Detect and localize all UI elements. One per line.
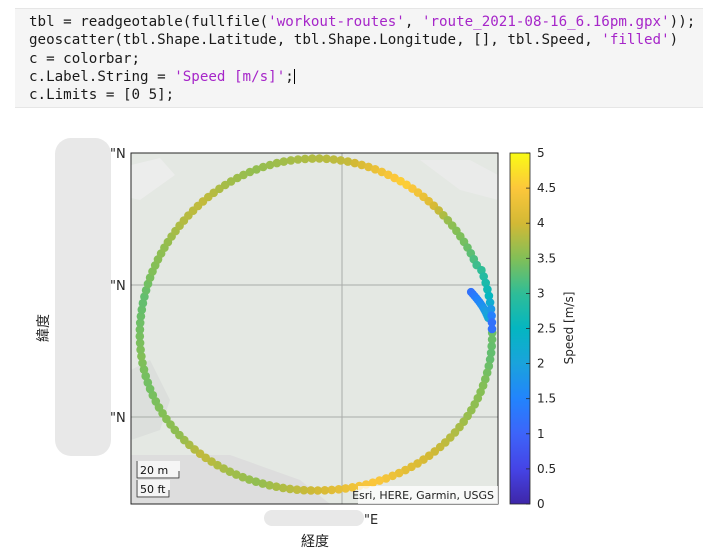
colorbar-label: Speed [m/s] <box>562 292 576 365</box>
lat-tick-label-3: "N <box>110 411 126 426</box>
colorbar-tick-label: 3 <box>537 286 545 300</box>
colorbar-ticks: 0 0.5 1 1.5 2 2.5 3 3.5 4 4.5 5 <box>526 146 556 511</box>
route-point <box>487 324 497 334</box>
colorbar-tick-label: 4.5 <box>537 181 556 195</box>
attribution[interactable]: Esri, HERE, Garmin, USGS <box>352 489 494 502</box>
scale-bar-imperial: 50 ft <box>140 483 166 496</box>
colorbar-tick-label: 4 <box>537 216 545 230</box>
redacted-lat-labels <box>55 138 111 456</box>
colorbar-tick-label: 3.5 <box>537 251 556 265</box>
colorbar-tick-label: 2.5 <box>537 322 556 336</box>
colorbar-tick-label: 2 <box>537 357 545 371</box>
colorbar-tick-label: 0.5 <box>537 462 556 476</box>
colorbar-tick-label: 0 <box>537 497 545 511</box>
geoscatter-figure: 20 m 50 ft Esri, HERE, Garmin, USGS "N "… <box>36 138 576 550</box>
y-axis-label: 緯度 <box>36 314 52 342</box>
lon-tick-label: "E <box>364 513 378 528</box>
colorbar-tick-label: 5 <box>537 146 545 160</box>
colorbar-tick-label: 1 <box>537 427 545 441</box>
lat-tick-label-2: "N <box>110 279 126 294</box>
lat-tick-label-1: "N <box>110 147 126 162</box>
scale-bar-metric: 20 m <box>140 464 168 477</box>
colorbar-tick-label: 1.5 <box>537 392 556 406</box>
redacted-lon-label <box>264 510 364 526</box>
x-axis-label: 経度 <box>301 534 329 550</box>
basemap <box>131 153 498 504</box>
